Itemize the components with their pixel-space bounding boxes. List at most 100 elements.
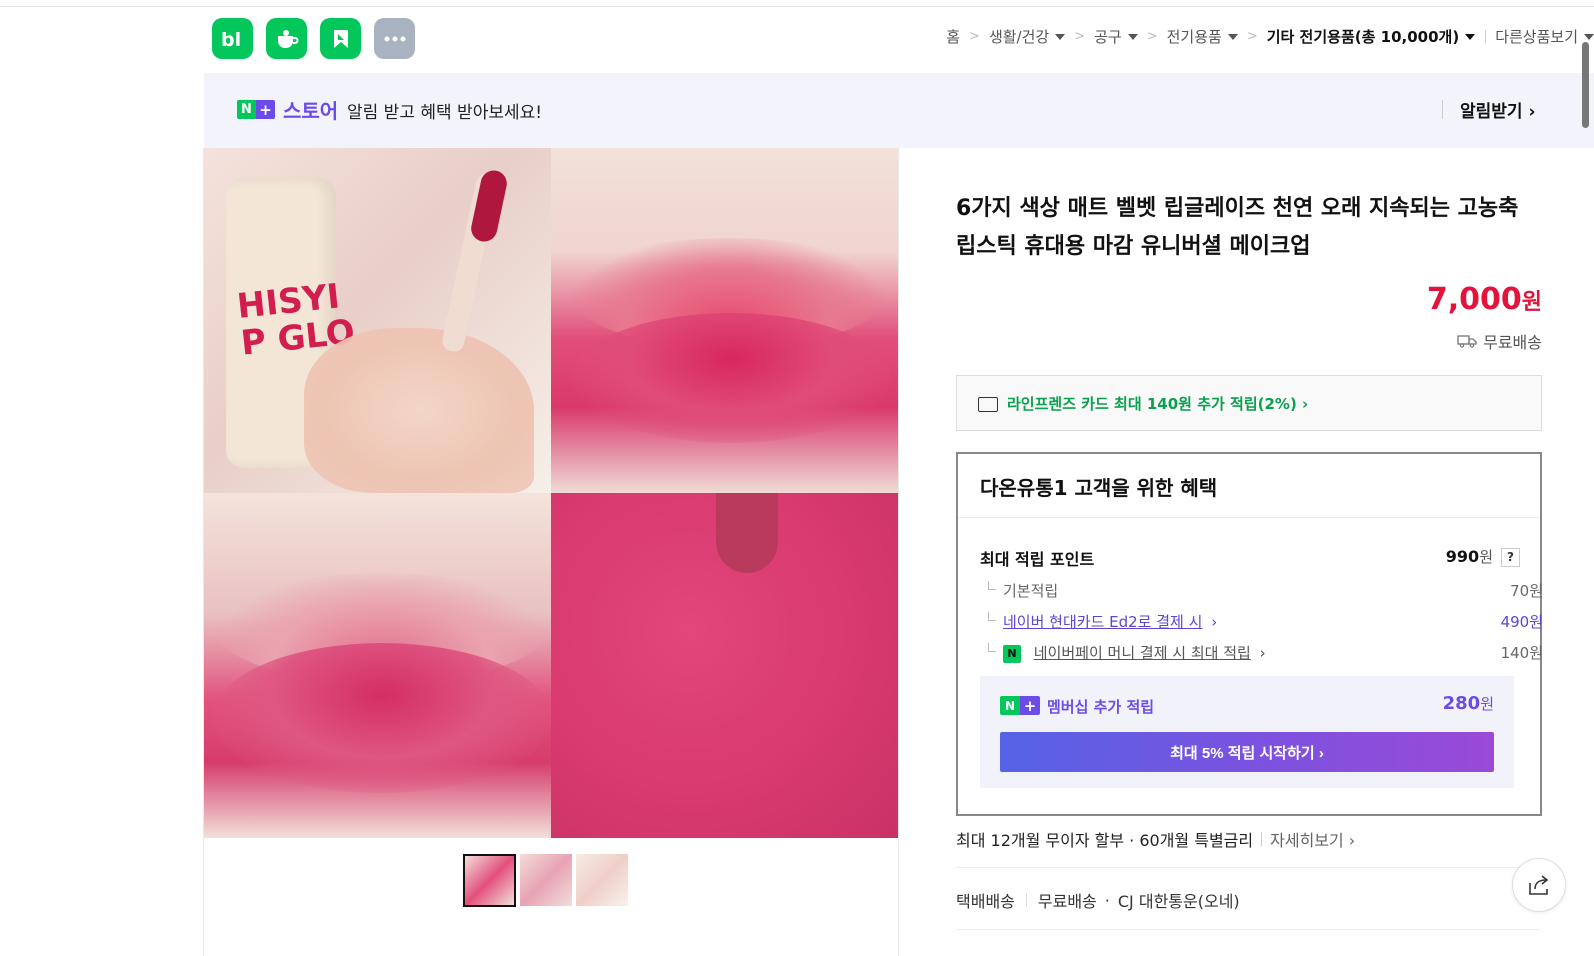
breadcrumb-category-3[interactable]: 전기용품 [1167,26,1238,47]
benefit-box: 다온유통1 고객을 위한 혜택 최대 적립 포인트 990원? 기본적립 70원… [956,452,1543,816]
more-apps-icon[interactable] [374,18,415,59]
svg-text:bl: bl [221,29,241,50]
max-points-row: 최대 적립 포인트 990원? [980,546,1520,570]
delivery-divider [1025,893,1027,907]
breadcrumb-category-4-label: 기타 전기용품(총 10,000개) [1266,28,1460,46]
shipping-label: 무료배송 [1483,333,1542,352]
breadcrumb-home[interactable]: 홈 [946,26,960,47]
membership-box: N + 멤버십 추가 적립 280원 최대 5% 적립 시작하기 › [980,676,1514,788]
naverpay-link[interactable]: 네이버페이 머니 결제 시 최대 적립 [1034,644,1251,662]
banner-message: 알림 받고 혜택 받아보세요! [347,103,543,123]
share-button[interactable] [1512,858,1566,912]
breadcrumb-separator: > [1074,29,1086,44]
delivery-info: 택배배송 무료배송 · CJ 대한통운(오네) [956,888,1240,912]
membership-amount: 280원 [1443,693,1494,714]
section-divider [956,867,1540,868]
delivery-type: 택배배송 [956,892,1015,911]
breadcrumb-separator: > [1246,29,1258,44]
subscribe-alert-button[interactable]: 알림받기 › [1460,97,1535,122]
installment-divider [1261,832,1263,846]
breadcrumb-category-1[interactable]: 생활/건강 [988,26,1066,47]
naverpay-value: 140원 [1500,644,1543,662]
membership-value: 280 [1442,693,1481,714]
installment-more-link[interactable]: 자세히보기 › [1270,827,1355,851]
membership-label: 멤버십 추가 적립 [1047,698,1155,716]
hyundai-card-row: 네이버 현대카드 Ed2로 결제 시 › 490원 [980,611,1543,632]
installment-text: 최대 12개월 무이자 할부 · 60개월 특별금리 [956,831,1254,850]
caret-down-icon [1465,33,1476,40]
plus-badge: + [1020,696,1040,715]
caret-down-icon [1055,33,1066,40]
lip-bottom-shape [571,313,891,443]
base-points-row: 기본적립 70원 [980,580,1543,601]
banner-divider [1442,100,1443,119]
plus-badge: + [256,100,275,119]
delivery-fee: 무료배송 [1037,892,1097,911]
chevron-right-icon: › [1259,644,1266,662]
store-notification-banner: N + 스토어 알림 받고 혜택 받아보세요! 알림받기 › [204,73,1594,148]
help-icon[interactable]: ? [1501,548,1520,567]
hyundai-card-link[interactable]: 네이버 현대카드 Ed2로 결제 시 [1003,613,1202,631]
membership-unit: 원 [1480,695,1494,713]
thumbnail-list [463,854,628,907]
credit-card-icon [978,397,998,412]
naver-plus-logo: N + [237,100,275,119]
base-points-value: 70원 [1510,582,1543,600]
bookmark-app-icon[interactable] [320,18,361,59]
breadcrumb-category-3-label: 전기용품 [1166,28,1222,46]
breadcrumb: 홈 > 생활/건강 > 공구 > 전기용품 > 기타 전기용품(총 10,000… [946,26,1594,47]
naver-plus-logo: N + [1000,696,1040,715]
naverpay-icon: N [1003,644,1021,663]
breadcrumb-category-1-label: 생활/건강 [988,28,1050,46]
app-icons: bl [212,18,415,59]
cafe-app-icon[interactable] [266,18,307,59]
breadcrumb-separator: > [969,29,980,44]
caret-down-icon [1227,33,1238,40]
price-unit: 원 [1521,290,1542,315]
column-divider [898,148,899,956]
thumbnail-2[interactable] [520,854,572,906]
naver-n-badge: N [237,100,256,119]
section-divider [956,929,1540,930]
card-offer-box[interactable]: 라인프렌즈 카드 최대 140원 추가 적립(2%) › [956,375,1542,431]
max-points-amount: 990원? [1446,546,1520,567]
product-price: 7,000원 [1427,282,1542,317]
max-points-label: 최대 적립 포인트 [980,550,1095,569]
blog-app-icon[interactable]: bl [212,18,253,59]
other-products-link[interactable]: 다른상품보기 [1495,26,1594,47]
photo-swatch [551,493,898,838]
photo-lips-2 [204,493,551,838]
breadcrumb-separator: > [1146,29,1158,44]
benefit-title: 다온유통1 고객을 위한 혜택 [980,476,1218,500]
price-value: 7,000 [1426,282,1522,317]
delivery-dot: · [1104,890,1110,910]
scrollbar[interactable] [1582,42,1589,128]
delivery-carrier: CJ 대한통운(오네) [1117,892,1240,911]
truck-icon [1457,335,1477,348]
chevron-right-icon: › [1211,613,1218,631]
hand-shape [304,328,534,493]
card-offer-text: 라인프렌즈 카드 최대 140원 추가 적립(2%) › [1007,395,1309,413]
share-icon [1529,875,1549,895]
store-label: 스토어 [283,99,339,123]
thumbnail-3[interactable] [576,854,628,906]
breadcrumb-divider [1485,30,1487,43]
hyundai-card-value: 490원 [1500,613,1543,631]
breadcrumb-category-2-label: 공구 [1094,28,1122,46]
shipping-info: 무료배송 [1457,329,1542,353]
photo-product-bottle: HISYI P GLO [204,148,551,493]
thumbnail-1[interactable] [463,854,516,907]
benefit-divider [958,517,1540,518]
photo-lips-1 [551,148,898,493]
installment-info: 최대 12개월 무이자 할부 · 60개월 특별금리 자세히보기 › [956,827,1355,851]
base-points-label: 기본적립 [1003,582,1059,600]
swatch-drop-shape [716,493,778,573]
breadcrumb-category-2[interactable]: 공구 [1094,26,1138,47]
caret-down-icon [1127,33,1138,40]
breadcrumb-category-4[interactable]: 기타 전기용품(총 10,000개) [1266,26,1476,47]
start-membership-button[interactable]: 최대 5% 적립 시작하기 › [1000,732,1494,772]
product-image[interactable]: HISYI P GLO [204,148,898,838]
naver-n-badge: N [1000,696,1020,715]
header: bl 홈 > 생활/건강 > 공구 > 전기용품 > 기타 전기용품(총 10,… [0,7,1594,73]
max-points-unit: 원 [1479,548,1493,566]
